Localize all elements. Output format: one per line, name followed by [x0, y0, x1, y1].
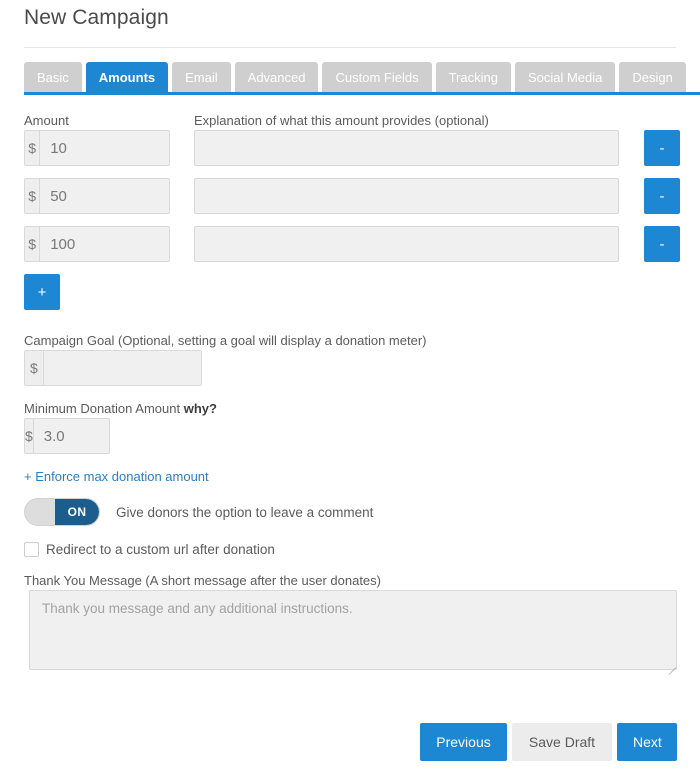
currency-symbol-icon: $ [24, 226, 40, 262]
minimum-donation-why-link[interactable]: why? [184, 401, 217, 416]
remove-amount-button[interactable]: - [644, 130, 680, 166]
campaign-form-page: New Campaign Basic Amounts Email Advanced Cu… [0, 0, 700, 775]
save-draft-button[interactable]: Save Draft [512, 723, 612, 761]
previous-button[interactable]: Previous [420, 723, 507, 761]
comment-option-toggle[interactable]: ON [24, 498, 100, 526]
amount-input-group: $ [24, 130, 170, 166]
minimum-donation-input-group: $ [24, 418, 110, 454]
currency-symbol-icon: $ [24, 350, 43, 386]
campaign-goal-input[interactable] [42, 350, 202, 386]
amount-input-group: $ [24, 178, 170, 214]
minimum-donation-label-text: Minimum Donation Amount [24, 401, 181, 416]
minimum-donation-label: Minimum Donation Amount why? [24, 401, 217, 416]
currency-symbol-icon: $ [24, 178, 40, 214]
campaign-goal-input-group: $ [24, 350, 202, 386]
page-title: New Campaign [24, 6, 169, 29]
amount-input[interactable] [39, 226, 170, 262]
redirect-checkbox-row[interactable]: Redirect to a custom url after donation [24, 542, 275, 557]
tab-tracking[interactable]: Tracking [435, 62, 511, 92]
campaign-goal-label: Campaign Goal (Optional, setting a goal … [24, 333, 427, 348]
thank-you-message-label: Thank You Message (A short message after… [24, 573, 381, 588]
campaign-tabs: Basic Amounts Email Advanced Custom Fields Tr… [24, 62, 700, 94]
amount-column-label: Amount [24, 113, 69, 128]
tab-basic[interactable]: Basic [24, 62, 82, 92]
amount-explanation-input[interactable] [194, 226, 619, 262]
add-amount-button[interactable]: + [24, 274, 60, 310]
thank-you-message-textarea[interactable] [29, 590, 677, 670]
tab-amounts[interactable]: Amounts [85, 62, 169, 92]
explanation-column-label: Explanation of what this amount provides… [194, 113, 489, 128]
redirect-checkbox-label[interactable]: Redirect to a custom url after donation [46, 542, 275, 557]
comment-option-label: Give donors the option to leave a commen… [116, 505, 374, 520]
currency-symbol-icon: $ [24, 418, 33, 454]
amount-input-group: $ [24, 226, 170, 262]
amount-input[interactable] [39, 130, 170, 166]
remove-amount-button[interactable]: - [644, 178, 680, 214]
minimum-donation-input[interactable] [32, 418, 110, 454]
tab-underline [24, 92, 700, 95]
remove-amount-button[interactable]: - [644, 226, 680, 262]
tab-design[interactable]: Design [619, 62, 686, 92]
tab-email[interactable]: Email [172, 62, 231, 92]
tab-advanced[interactable]: Advanced [234, 62, 319, 92]
title-divider [24, 47, 676, 48]
amount-explanation-input[interactable] [194, 130, 619, 166]
amount-explanation-input[interactable] [194, 178, 619, 214]
redirect-checkbox[interactable] [24, 542, 39, 557]
enforce-max-donation-link[interactable]: + Enforce max donation amount [24, 469, 209, 484]
currency-symbol-icon: $ [24, 130, 40, 166]
tab-custom-fields[interactable]: Custom Fields [322, 62, 432, 92]
next-button[interactable]: Next [617, 723, 677, 761]
tab-social-media[interactable]: Social Media [514, 62, 616, 92]
amount-input[interactable] [39, 178, 170, 214]
toggle-on-state-label: ON [55, 499, 99, 525]
